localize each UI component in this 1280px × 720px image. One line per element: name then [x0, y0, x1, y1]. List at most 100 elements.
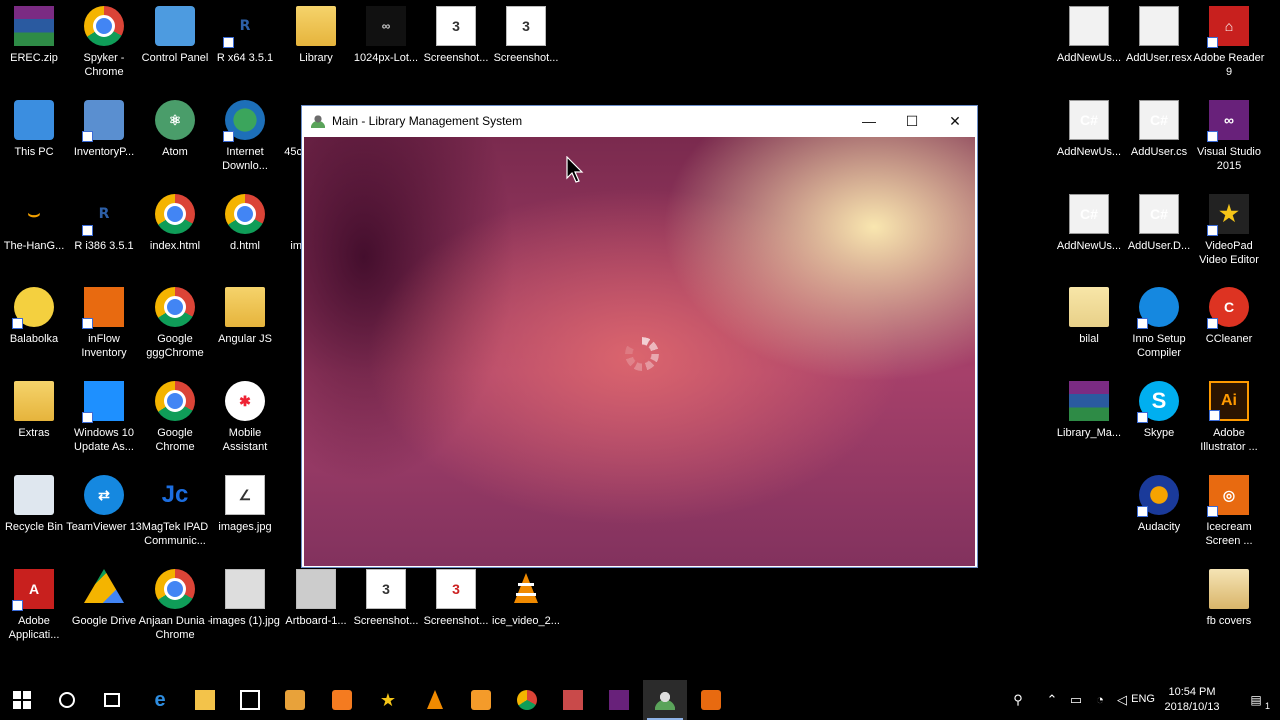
desktop-icon-artboard[interactable]: Artboard-1... [280, 563, 352, 653]
desktop-icon-addnewus-2[interactable]: C# AddNewUs... [1053, 94, 1125, 184]
desktop-icon-balabolka[interactable]: Balabolka [0, 281, 70, 371]
desktop-icon-inno-setup[interactable]: Inno Setup Compiler [1123, 281, 1195, 371]
desktop-icon-ccleaner[interactable]: C CCleaner [1193, 281, 1265, 371]
desktop-icon-erec-zip[interactable]: EREC.zip [0, 0, 70, 90]
folder-icon [1069, 287, 1109, 327]
cortana-button[interactable] [45, 680, 89, 720]
desktop-icon-index-html[interactable]: index.html [139, 188, 211, 278]
desktop-icon-inflow[interactable]: inFlow Inventory [68, 281, 140, 371]
desktop-icon-skype[interactable]: S Skype [1123, 375, 1195, 465]
taskbar-file-explorer[interactable] [183, 680, 227, 720]
desktop-icon-inventoryp[interactable]: InventoryP... [68, 94, 140, 184]
desktop-icon-screenshot-1[interactable]: 3 Screenshot... [420, 0, 492, 90]
taskbar-vlc[interactable] [413, 680, 457, 720]
clock-date: 2018/10/13 [1164, 701, 1220, 713]
desktop-icon-adobe-app[interactable]: A Adobe Applicati... [0, 563, 70, 653]
taskbar-visual-studio[interactable] [597, 680, 641, 720]
atom-icon: ⚛ [155, 100, 195, 140]
desktop-icon-images-jpg[interactable]: ∠ images.jpg [209, 469, 281, 559]
desktop-icon-mobile-assistant[interactable]: ✱ Mobile Assistant [209, 375, 281, 465]
taskbar-image-viewer[interactable] [551, 680, 595, 720]
desktop-icon-icecream[interactable]: ◎ Icecream Screen ... [1193, 469, 1265, 559]
desktop-icon-library[interactable]: Library [280, 0, 352, 90]
notifications-button[interactable]: ▤ 1 [1248, 692, 1270, 711]
image-file-icon: ∠ [225, 475, 265, 515]
desktop-icon-screenshot-2[interactable]: 3 Screenshot... [490, 0, 562, 90]
people-icon[interactable]: ⚲ [1010, 692, 1026, 708]
battery-icon[interactable]: ▭ [1068, 692, 1084, 708]
minimize-button[interactable]: — [847, 106, 891, 136]
taskbar-media[interactable] [273, 680, 317, 720]
desktop-icon-bilal[interactable]: bilal [1053, 281, 1125, 371]
image-file-icon [296, 569, 336, 609]
desktop-icon-visual-studio[interactable]: ∞ Visual Studio 2015 [1193, 94, 1265, 184]
desktop-icon-recycle-bin[interactable]: Recycle Bin [0, 469, 70, 559]
action-center-icon: ▤ [1250, 693, 1262, 707]
desktop-icon-google-drive[interactable]: Google Drive [68, 563, 140, 653]
r-icon: R [223, 6, 265, 48]
desktop-icon-this-pc[interactable]: This PC [0, 94, 70, 184]
desktop-icon-im[interactable]: im [268, 188, 302, 278]
chevron-up-icon[interactable]: ⌃ [1044, 692, 1060, 708]
desktop-icon-google-ggg[interactable]: Google gggChrome [139, 281, 211, 371]
desktop-icon-control-panel[interactable]: Control Panel [139, 0, 211, 90]
taskbar-icecream[interactable] [689, 680, 733, 720]
desktop-icon-r-x64[interactable]: RR x64 3.5.1 [209, 0, 281, 90]
clock[interactable]: 10:54 PM 2018/10/13 [1152, 685, 1232, 715]
desktop-icon-videopad[interactable]: ★ VideoPad Video Editor [1193, 188, 1265, 278]
taskbar-store[interactable] [228, 680, 272, 720]
desktop-icon-angular-js[interactable]: Angular JS [209, 281, 281, 371]
desktop-icon-illustrator[interactable]: Ai Adobe Illustrator ... [1193, 375, 1265, 465]
visual-studio-icon: ∞ [1207, 100, 1249, 142]
image-file-icon: 3 [436, 569, 476, 609]
desktop-icon-google-chrome[interactable]: Google Chrome [139, 375, 211, 465]
window-titlebar[interactable]: Main - Library Management System — ☐ ✕ [302, 106, 977, 136]
desktop-icon-win10-update[interactable]: Windows 10 Update As... [68, 375, 140, 465]
taskbar-library-app[interactable] [643, 680, 687, 720]
desktop-icon-fb-covers[interactable]: fb covers [1193, 563, 1265, 653]
desktop-icon-adduser-resx[interactable]: AddUser.resx [1123, 0, 1195, 90]
inflow-icon [82, 287, 124, 329]
desktop-icon-1024px-lot[interactable]: ∞ 1024px-Lot... [350, 0, 422, 90]
r-icon: R [82, 194, 124, 236]
wifi-icon[interactable]: ◔ [1092, 692, 1108, 708]
taskbar-xampp[interactable] [320, 680, 364, 720]
library-management-window[interactable]: Main - Library Management System — ☐ ✕ [301, 105, 978, 568]
desktop-icon-addnewus-3[interactable]: C# AddNewUs... [1053, 188, 1125, 278]
desktop-icon-screenshot-3[interactable]: 3 Screenshot... [350, 563, 422, 653]
desktop-icon-adduser-cs[interactable]: C# AddUser.cs [1123, 94, 1195, 184]
desktop-icon-images-1-jpg[interactable]: images (1).jpg [209, 563, 281, 653]
desktop-icon-teamviewer[interactable]: ⇄ TeamViewer 13 [66, 469, 142, 559]
desktop-icon-r-i386[interactable]: RR i386 3.5.1 [68, 188, 140, 278]
volume-icon[interactable]: ◁ [1114, 692, 1130, 708]
csharp-file-icon: C# [1069, 100, 1109, 140]
balabolka-icon [12, 287, 54, 329]
maximize-button[interactable]: ☐ [890, 106, 934, 136]
desktop-icon-ice-video[interactable]: ice_video_2... [490, 563, 562, 653]
desktop-icon-addnewus-1[interactable]: AddNewUs... [1053, 0, 1125, 90]
taskbar-videopad[interactable]: ★ [366, 680, 410, 720]
desktop-icon-thehang[interactable]: ⌣ The-HanG... [0, 188, 70, 278]
taskbar-chrome[interactable] [505, 680, 549, 720]
close-button[interactable]: ✕ [933, 106, 977, 136]
folder-icon [14, 381, 54, 421]
desktop-icon-atom[interactable]: ⚛ Atom [139, 94, 211, 184]
taskbar-edge[interactable]: e [138, 680, 182, 720]
maximize-icon: ☐ [905, 112, 919, 129]
task-view-button[interactable] [90, 680, 134, 720]
desktop-icon-spyker[interactable]: Spyker - Chrome [68, 0, 140, 90]
desktop-icon-adobe-reader[interactable]: ⌂ Adobe Reader 9 [1193, 0, 1265, 90]
desktop-icon-45c[interactable]: 45c [268, 94, 302, 184]
winrar-icon [14, 6, 54, 46]
desktop-icon-extras[interactable]: Extras [0, 375, 70, 465]
taskbar-sublime[interactable] [459, 680, 503, 720]
chrome-icon [225, 194, 265, 234]
system-tray: ⚲ ⌃ ▭ ◔ ◁ ENG 10:54 PM 2018/10/13 ▤ 1 [980, 680, 1280, 720]
start-button[interactable] [0, 680, 44, 720]
desktop-icon-magtek[interactable]: Jc MagTek IPAD Communic... [139, 469, 211, 559]
desktop-icon-adduser-d[interactable]: C# AddUser.D... [1123, 188, 1195, 278]
desktop-icon-audacity[interactable]: Audacity [1123, 469, 1195, 559]
desktop-icon-screenshot-4[interactable]: 3 Screenshot... [420, 563, 492, 653]
desktop-icon-library-ma[interactable]: Library_Ma... [1053, 375, 1125, 465]
desktop-icon-anjaan-dunia[interactable]: Anjaan Dunia - Chrome [139, 563, 211, 653]
